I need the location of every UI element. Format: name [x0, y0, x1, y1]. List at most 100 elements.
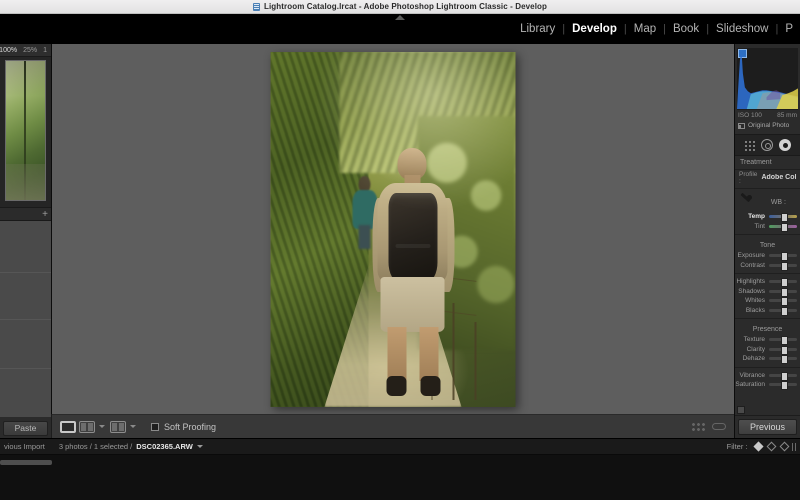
crop-overlay-icon[interactable] [743, 139, 756, 151]
add-preset-row[interactable]: + [0, 208, 51, 221]
slider-track[interactable] [769, 345, 797, 355]
histogram[interactable] [737, 48, 798, 110]
divider [0, 271, 51, 273]
right-panel: ISO 100 85 mm Original Photo Treatment P… [734, 44, 800, 438]
panel-toggle-icon[interactable] [737, 406, 745, 414]
photo-preview[interactable] [270, 52, 516, 407]
slider-shadows[interactable]: Shadows [735, 287, 800, 297]
compare-view-icon[interactable] [79, 420, 95, 433]
slider-track[interactable] [769, 261, 797, 271]
previous-button-row: Previous [735, 415, 800, 438]
survey-view-icon[interactable] [110, 420, 126, 433]
flag-outline-icon[interactable] [766, 443, 774, 451]
flag-filled-icon[interactable] [753, 443, 761, 451]
module-book[interactable]: Book [666, 23, 706, 35]
view-toolbar: Soft Proofing [52, 414, 734, 438]
slider-label: Saturation [735, 381, 765, 389]
title-bar: Lightroom Catalog.lrcat - Adobe Photosho… [0, 0, 800, 14]
slider-track[interactable] [769, 371, 797, 381]
divider [0, 368, 51, 369]
identity-plate-toggle-icon[interactable] [395, 15, 405, 20]
slider-track[interactable] [769, 381, 797, 391]
slider-track[interactable] [769, 297, 797, 307]
slider-label: Dehaze [742, 355, 765, 363]
filmstrip-filename[interactable]: DSC02365.ARW [136, 442, 193, 451]
window-title: Lightroom Catalog.lrcat - Adobe Photosho… [263, 2, 548, 11]
slider-track[interactable] [769, 336, 797, 346]
slider-track[interactable] [769, 306, 797, 316]
slider-track[interactable] [769, 287, 797, 297]
rating-bars-icon[interactable] [791, 442, 796, 451]
module-bar: Library | Develop | Map | Book | Slidesh… [0, 14, 800, 44]
profile-row[interactable]: Profile : Adobe Color [735, 170, 800, 185]
slider-track[interactable] [769, 252, 797, 262]
module-slideshow[interactable]: Slideshow [709, 23, 775, 35]
original-photo-label: Original Photo [748, 122, 790, 129]
white-balance-label[interactable]: WB : [771, 199, 786, 206]
slider-highlights[interactable]: Highlights [735, 277, 800, 288]
original-photo-row[interactable]: Original Photo [735, 119, 800, 129]
profile-value[interactable]: Adobe Color [761, 174, 796, 181]
navigator-preview[interactable] [5, 60, 46, 201]
navigator-header: 100% 25% 1 [0, 44, 51, 57]
slider-whites[interactable]: Whites [735, 296, 800, 307]
plus-icon[interactable]: + [42, 209, 48, 219]
slider-label: Vibrance [739, 371, 765, 379]
filmstrip-scrollbar[interactable] [0, 460, 52, 465]
slider-vibrance[interactable]: Vibrance [735, 371, 800, 381]
grid-dots-icon[interactable] [691, 421, 705, 432]
paste-row: Paste [0, 417, 51, 439]
left-panel-groups: + Paste [0, 207, 51, 439]
chevron-down-icon[interactable] [196, 445, 203, 448]
slider-track[interactable] [769, 222, 797, 232]
chevron-down-icon[interactable] [99, 425, 105, 428]
white-balance-eyedropper-icon[interactable] [739, 195, 753, 209]
filmstrip-source[interactable]: vious Import [4, 442, 45, 451]
slider-track[interactable] [769, 278, 797, 288]
slider-label: Clarity [746, 345, 765, 353]
slider-track[interactable] [769, 213, 797, 223]
focal-length-value: 85 mm [777, 112, 797, 119]
spot-removal-icon[interactable] [761, 139, 774, 151]
module-map[interactable]: Map [627, 23, 663, 35]
previous-button[interactable]: Previous [738, 419, 797, 435]
chevron-down-icon[interactable] [130, 425, 136, 428]
paste-button[interactable]: Paste [3, 420, 48, 436]
original-photo-checkbox[interactable] [738, 122, 745, 129]
slider-clarity[interactable]: Clarity [735, 345, 800, 355]
slider-label: Shadows [738, 287, 765, 295]
flag-outline-icon[interactable] [779, 443, 787, 451]
navigator-zoom-extra[interactable]: 1 [40, 47, 50, 54]
loupe-view-icon[interactable] [60, 420, 76, 433]
slider-blacks[interactable]: Blacks [735, 306, 800, 316]
histogram-metadata: ISO 100 85 mm [735, 110, 800, 119]
image-canvas[interactable] [52, 44, 734, 414]
presets-list[interactable] [0, 221, 51, 417]
slider-dehaze[interactable]: Dehaze [735, 354, 800, 365]
navigator-zoom-level[interactable]: 25% [20, 47, 40, 54]
slider-saturation[interactable]: Saturation [735, 380, 800, 391]
module-library[interactable]: Library [513, 23, 562, 35]
filmstrip-info-bar: vious Import 3 photos / 1 selected / DSC… [0, 439, 800, 455]
slider-tint[interactable]: Tint [735, 222, 800, 232]
slider-exposure[interactable]: Exposure [735, 251, 800, 262]
tone-title: Tone [759, 242, 776, 249]
slider-temp[interactable]: Temp [735, 212, 800, 223]
divider [735, 273, 800, 274]
filter-label: Filter : [726, 442, 748, 451]
module-develop[interactable]: Develop [565, 23, 624, 35]
filmstrip-thumbnails[interactable] [0, 455, 800, 500]
slider-track[interactable] [769, 355, 797, 365]
soft-proofing-checkbox[interactable] [151, 422, 159, 431]
treatment-header[interactable]: Treatment [735, 156, 800, 170]
red-eye-correction-icon[interactable] [779, 139, 792, 151]
left-panel: 100% 25% 1 + Paste [0, 44, 52, 439]
treatment-title: Treatment [740, 159, 772, 166]
module-print[interactable]: P [778, 23, 800, 35]
slider-label: Exposure [737, 252, 765, 260]
pill-toggle-icon[interactable] [712, 423, 726, 430]
slider-label: Texture [743, 336, 765, 344]
navigator-zoom-fit[interactable]: 100% [0, 47, 20, 54]
slider-texture[interactable]: Texture [735, 335, 800, 346]
slider-contrast[interactable]: Contrast [735, 261, 800, 271]
